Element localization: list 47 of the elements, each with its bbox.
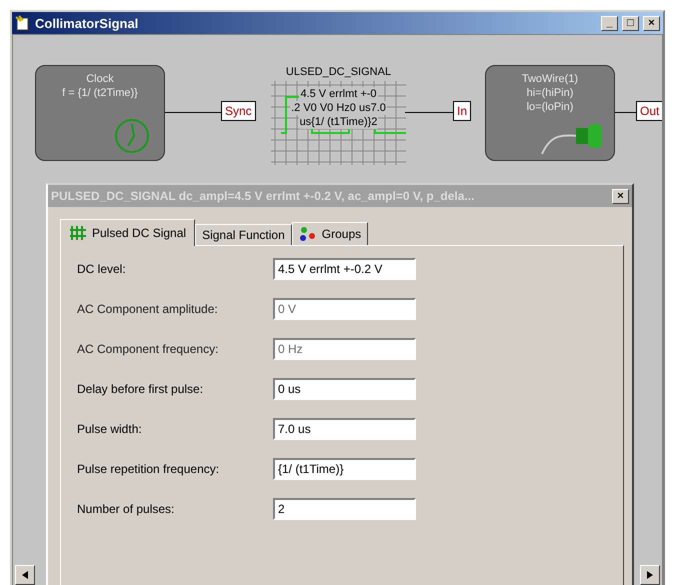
- input-field[interactable]: 0 us: [273, 378, 416, 400]
- block-label: ULSED_DC_SIGNAL: [284, 65, 392, 79]
- tab[interactable]: Signal Function: [195, 224, 292, 245]
- field-label: Pulse repetition frequency:: [77, 462, 220, 476]
- field-label: AC Component amplitude:: [77, 302, 219, 316]
- window-title: CollimatorSignal: [35, 16, 140, 30]
- field-label: Number of pulses:: [77, 502, 176, 516]
- block-label: hi=(hiPin): [526, 86, 574, 100]
- dialog-title: PULSED_DC_SIGNAL dc_ampl=4.5 V errlmt +-0.2 V, ac_ampl=0 V, p_dela...: [51, 189, 476, 203]
- clock-block[interactable]: Clock f = {1/ (t2Time)}: [35, 65, 165, 161]
- field-label: Delay before first pulse:: [77, 382, 204, 396]
- tab[interactable]: Pulsed DC Signal: [60, 219, 196, 246]
- block-label: TwoWire(1): [520, 72, 580, 86]
- signal-block[interactable]: ULSED_DC_SIGNAL 4.5 V errlmt +-0 .2 V0 V0 Hz0 us7.0 us{1/ (t1Time)}2: [271, 63, 406, 165]
- input-field[interactable]: 4.5 V errlmt +-0.2 V: [273, 258, 416, 280]
- port-label[interactable]: Out: [636, 101, 662, 121]
- right-arrow-icon: [647, 571, 653, 579]
- groups-icon: [298, 226, 317, 242]
- field-label: Pulse width:: [77, 422, 143, 436]
- block-label: Clock: [85, 72, 115, 86]
- app-icon: [15, 15, 31, 31]
- block-label: lo=(loPin): [526, 100, 574, 114]
- block-label: us{1/ (t1Time)}2: [298, 115, 378, 129]
- input-field[interactable]: {1/ (t1Time)}: [273, 458, 416, 480]
- input-field[interactable]: 2: [273, 498, 416, 520]
- scroll-right-button[interactable]: [640, 565, 660, 585]
- clock-icon: [114, 118, 150, 154]
- port-label[interactable]: In: [453, 101, 472, 121]
- scroll-left-button[interactable]: [15, 565, 35, 585]
- grid-icon: [69, 225, 87, 241]
- field-label: DC level:: [77, 262, 127, 276]
- block-label: .2 V0 V0 Hz0 us7.0: [290, 101, 387, 115]
- minimize-button[interactable]: _: [601, 16, 618, 30]
- connector-line: [405, 112, 453, 113]
- tab[interactable]: Groups: [292, 222, 368, 245]
- device-block[interactable]: TwoWire(1) hi=(hiPin) lo=(loPin): [485, 65, 615, 161]
- close-button[interactable]: ×: [612, 188, 629, 204]
- port-label[interactable]: Sync: [221, 101, 256, 121]
- field-label: AC Component frequency:: [77, 342, 220, 356]
- block-label: 4.5 V errlmt +-0: [299, 87, 378, 101]
- input-field[interactable]: 7.0 us: [273, 418, 416, 440]
- block-label: f = {1/ (t2Time)}: [61, 86, 139, 100]
- left-arrow-icon: [22, 571, 28, 579]
- connector-line: [615, 112, 636, 113]
- close-button[interactable]: ×: [643, 16, 660, 30]
- connector-line: [165, 112, 221, 113]
- maximize-button[interactable]: □: [622, 16, 639, 30]
